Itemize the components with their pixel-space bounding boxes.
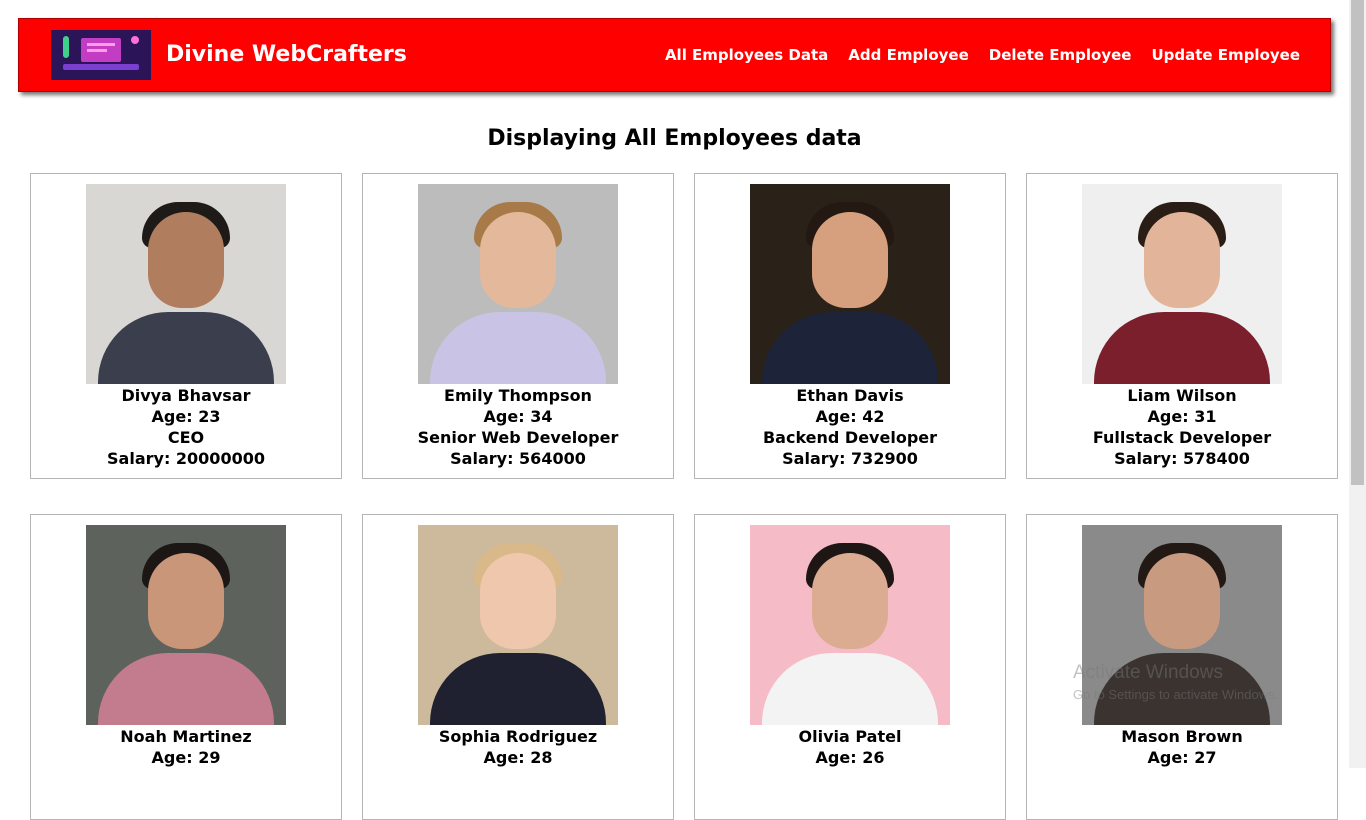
page-title: Displaying All Employees data: [487, 126, 862, 151]
brand-name[interactable]: Divine WebCrafters: [166, 41, 407, 69]
employee-card: Emily Thompson Age: 34 Senior Web Develo…: [362, 173, 674, 479]
employee-card: Sophia Rodriguez Age: 28: [362, 514, 674, 820]
employee-role: CEO: [167, 428, 205, 447]
employee-photo: [86, 525, 286, 725]
employee-salary: Salary: 20000000: [107, 449, 265, 468]
employee-name: Noah Martinez: [120, 727, 252, 746]
employee-age: Age: 28: [483, 748, 553, 767]
employee-name: Divya Bhavsar: [121, 386, 251, 405]
employee-photo: [1082, 184, 1282, 384]
employee-role: Senior Web Developer: [417, 428, 619, 447]
employee-age: Age: 34: [483, 407, 553, 426]
employee-card: Noah Martinez Age: 29: [30, 514, 342, 820]
employee-name: Liam Wilson: [1127, 386, 1237, 405]
nav-update-employee[interactable]: Update Employee: [1151, 45, 1300, 65]
nav-all-employees[interactable]: All Employees Data: [665, 45, 828, 65]
employee-name: Olivia Patel: [798, 727, 902, 746]
scrollbar-thumb[interactable]: [1351, 0, 1364, 485]
employee-age: Age: 29: [151, 748, 221, 767]
navbar: Divine WebCrafters All Employees Data Ad…: [18, 18, 1331, 92]
employee-card: Divya Bhavsar Age: 23 CEO Salary: 200000…: [30, 173, 342, 479]
employee-photo: [418, 525, 618, 725]
employee-age: Age: 27: [1147, 748, 1217, 767]
employee-photo: [86, 184, 286, 384]
employee-card: Olivia Patel Age: 26: [694, 514, 1006, 820]
employee-salary: Salary: 578400: [1114, 449, 1250, 468]
employee-age: Age: 42: [815, 407, 885, 426]
employee-name: Ethan Davis: [796, 386, 904, 405]
employee-salary: Salary: 732900: [782, 449, 918, 468]
employee-age: Age: 26: [815, 748, 885, 767]
vertical-scrollbar[interactable]: [1349, 0, 1366, 768]
employee-age: Age: 31: [1147, 407, 1217, 426]
employee-photo: [418, 184, 618, 384]
employee-name: Sophia Rodriguez: [438, 727, 598, 746]
employee-card: Ethan Davis Age: 42 Backend Developer Sa…: [694, 173, 1006, 479]
employee-name: Emily Thompson: [444, 386, 592, 405]
employee-photo: [1082, 525, 1282, 725]
employee-photo: [750, 184, 950, 384]
nav-delete-employee[interactable]: Delete Employee: [989, 45, 1132, 65]
employee-name: Mason Brown: [1121, 727, 1243, 746]
nav-add-employee[interactable]: Add Employee: [848, 45, 969, 65]
employee-age: Age: 23: [151, 407, 221, 426]
employee-role: Backend Developer: [762, 428, 938, 447]
employee-card: Mason Brown Age: 27: [1026, 514, 1338, 820]
brand-logo[interactable]: [51, 30, 151, 80]
employee-photo: [750, 525, 950, 725]
employee-role: Fullstack Developer: [1092, 428, 1272, 447]
nav-links: All Employees Data Add Employee Delete E…: [665, 45, 1300, 65]
employee-salary: Salary: 564000: [450, 449, 586, 468]
employee-card: Liam Wilson Age: 31 Fullstack Developer …: [1026, 173, 1338, 479]
